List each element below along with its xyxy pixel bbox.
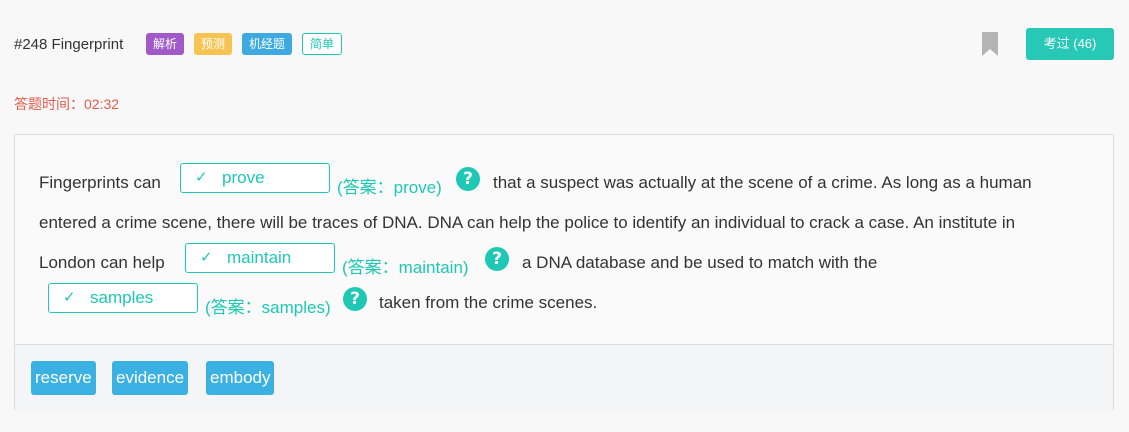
passage-text: Fingerprints can	[39, 173, 161, 192]
help-icon[interactable]: ?	[456, 167, 480, 191]
passage-text: entered a crime scene, there will be tra…	[39, 213, 1016, 232]
question-header: #248 Fingerprint 解析 预测 机经题 简单 考过 (46)	[0, 0, 1129, 88]
tag-exam-question[interactable]: 机经题	[242, 33, 293, 55]
answer-label: (答案：prove)	[337, 178, 442, 197]
passage: Fingerprints can ✓ prove (答案：prove) ? th…	[15, 135, 1113, 344]
blank-value: prove	[222, 168, 265, 187]
blank-input-1[interactable]: ✓ prove	[180, 163, 330, 193]
option-reserve[interactable]: reserve	[31, 361, 96, 395]
passage-text: taken from the crime scenes.	[379, 293, 598, 312]
exam-count-button[interactable]: 考过 (46)	[1026, 28, 1114, 60]
tag-analysis[interactable]: 解析	[146, 33, 185, 55]
help-icon[interactable]: ?	[343, 287, 367, 311]
check-icon: ✓	[195, 169, 208, 186]
passage-text: that a suspect was actually at the scene…	[493, 173, 1032, 192]
blank-input-3[interactable]: ✓ samples	[48, 283, 198, 313]
word-options: reserve evidence embody	[15, 344, 1113, 411]
option-embody[interactable]: embody	[206, 361, 275, 395]
bookmark-icon[interactable]	[982, 32, 998, 56]
blank-input-2[interactable]: ✓ maintain	[185, 243, 335, 273]
tag-prediction[interactable]: 预测	[194, 33, 233, 55]
question-panel: Fingerprints can ✓ prove (答案：prove) ? th…	[14, 134, 1114, 411]
help-icon[interactable]: ?	[485, 247, 509, 271]
passage-text: London can help	[39, 253, 165, 272]
answer-timer: 答题时间：02:32	[14, 96, 120, 112]
passage-line-1: Fingerprints can ✓ prove (答案：prove) ? th…	[15, 163, 1113, 203]
passage-line-2: entered a crime scene, there will be tra…	[15, 203, 1113, 243]
passage-line-4: ✓ samples (答案：samples) ? taken from the …	[15, 283, 1113, 323]
passage-text: a DNA database and be used to match with…	[522, 253, 878, 272]
passage-line-3: London can help ✓ maintain (答案：maintain)…	[15, 243, 1113, 283]
tag-difficulty: 简单	[302, 33, 343, 55]
check-icon: ✓	[63, 289, 76, 306]
check-icon: ✓	[200, 249, 213, 266]
answer-label: (答案：maintain)	[342, 258, 469, 277]
question-title: #248 Fingerprint	[14, 36, 124, 53]
answer-label: (答案：samples)	[205, 298, 331, 317]
blank-value: samples	[90, 288, 154, 307]
blank-value: maintain	[227, 248, 292, 267]
option-evidence[interactable]: evidence	[112, 361, 189, 395]
